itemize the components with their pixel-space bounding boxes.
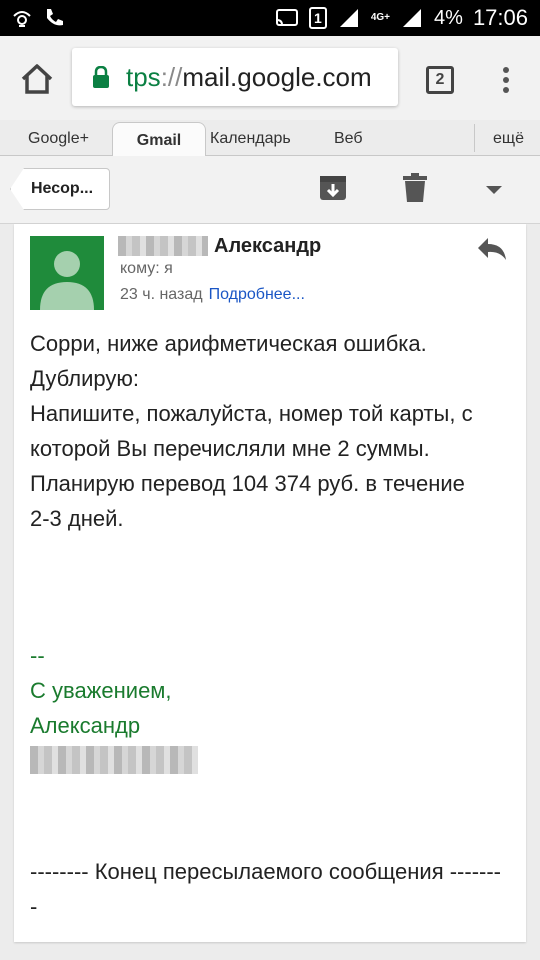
- signature-line: --: [30, 643, 45, 668]
- url-scheme: tps: [126, 62, 161, 92]
- redacted-signature-contact: [30, 746, 198, 774]
- browser-toolbar: tps://mail.google.com 2: [0, 36, 540, 120]
- url-text: tps://mail.google.com: [126, 62, 372, 93]
- more-actions-chevron-icon[interactable]: [486, 186, 502, 194]
- signature-line: С уважением,: [30, 678, 172, 703]
- gmail-action-bar: Несор...: [0, 156, 540, 224]
- nav-web[interactable]: Веб: [334, 130, 363, 148]
- message-meta: 23 ч. назад Подробнее...: [120, 286, 305, 304]
- redacted-sender-surname: [118, 236, 208, 256]
- sender-row: Александр: [118, 234, 321, 258]
- network-type: 4G+: [370, 12, 391, 23]
- sim-badge: 1: [308, 7, 327, 29]
- body-line: Дублирую:: [30, 366, 139, 391]
- nav-calendar[interactable]: Календарь: [210, 130, 291, 148]
- google-nav-bar: Google+ Gmail Календарь Веб ещё: [0, 120, 540, 156]
- nav-gmail[interactable]: Gmail: [112, 122, 206, 156]
- signature: -- С уважением, Александр: [30, 638, 172, 743]
- cast-icon: [275, 9, 298, 26]
- signature-line: Александр: [30, 713, 141, 738]
- message-body: Сорри, ниже арифметическая ошибка. Дубли…: [30, 326, 518, 536]
- tab-switcher-button[interactable]: 2: [426, 66, 454, 94]
- message-card: Александр кому: я 23 ч. назад Подробнее..…: [14, 224, 526, 942]
- battery-level: 4%: [434, 6, 463, 29]
- body-line: Сорри, ниже арифметическая ошибка.: [30, 331, 427, 356]
- body-line: Напишите, пожалуйста, номер той карты, с: [30, 401, 473, 426]
- back-to-folder-button[interactable]: Несор...: [10, 168, 110, 210]
- nav-divider: [474, 124, 475, 152]
- body-line: Планирую перевод 104 374 руб. в течение: [30, 471, 465, 496]
- forward-end-marker: -------- Конец пересылаемого сообщения -…: [30, 854, 520, 924]
- reply-icon[interactable]: [476, 236, 508, 262]
- wifi-calling-icon: [13, 11, 31, 27]
- url-separator: ://: [160, 62, 183, 92]
- forward-end-line: -------- Конец пересылаемого сообщения -…: [30, 859, 502, 884]
- sender-name: Александр: [214, 234, 322, 257]
- details-link[interactable]: Подробнее...: [209, 286, 305, 303]
- url-bar[interactable]: tps://mail.google.com: [72, 48, 398, 106]
- lock-icon: [93, 66, 109, 88]
- person-icon: [40, 251, 94, 310]
- body-line: 2-3 дней.: [30, 506, 124, 531]
- call-icon: [47, 9, 63, 26]
- url-host: mail.google.com: [182, 62, 372, 92]
- overflow-menu-icon[interactable]: [496, 64, 516, 98]
- clock: 17:06: [472, 5, 528, 30]
- nav-google-plus[interactable]: Google+: [28, 130, 89, 148]
- status-bar: 1 4G+ 4% 17:06: [0, 0, 540, 36]
- recipient-line: кому: я: [120, 260, 173, 277]
- body-line: которой Вы перечисляли мне 2 суммы.: [30, 436, 430, 461]
- home-icon[interactable]: [18, 60, 56, 98]
- signal-bars-icon: [403, 9, 422, 27]
- archive-icon[interactable]: [318, 172, 348, 204]
- trash-icon[interactable]: [400, 172, 430, 204]
- signal-icon: [339, 9, 358, 27]
- forward-end-line: -: [30, 894, 38, 919]
- nav-more[interactable]: ещё: [493, 130, 524, 148]
- message-time: 23 ч. назад: [120, 286, 203, 303]
- avatar: [30, 236, 104, 310]
